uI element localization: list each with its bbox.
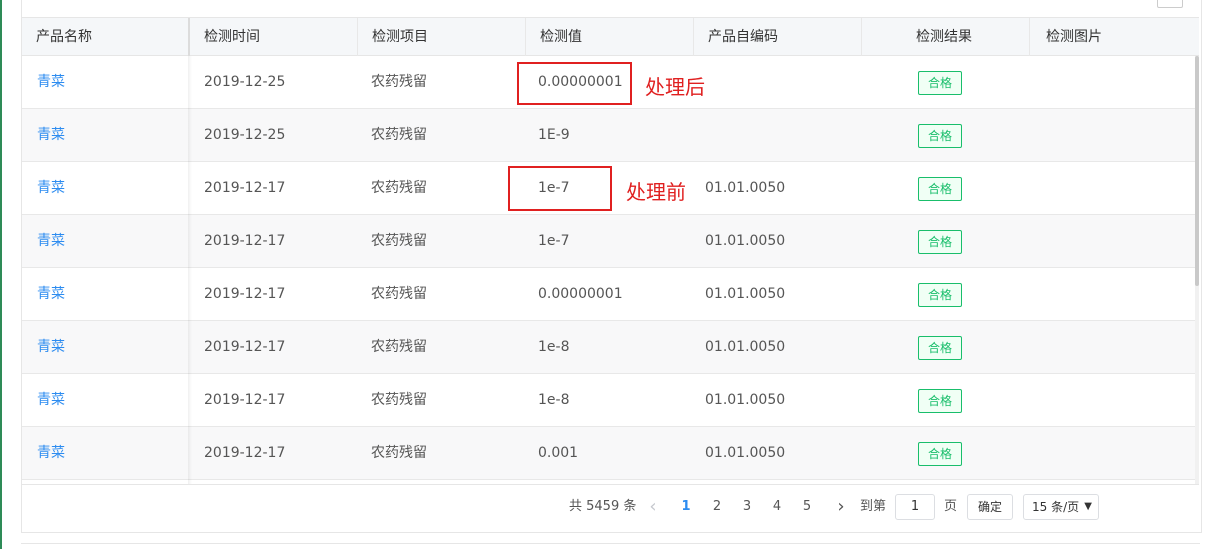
header-product-name[interactable]: 产品名称 xyxy=(22,18,190,56)
next-page-icon[interactable]: › xyxy=(834,494,848,520)
test-item-cell: 农药残留 xyxy=(371,339,427,355)
test-time-cell: 2019-12-25 xyxy=(204,127,286,143)
header-product-code[interactable]: 产品自编码 xyxy=(694,18,862,56)
test-time-cell: 2019-12-25 xyxy=(204,74,286,90)
product-name-link[interactable]: 青菜 xyxy=(37,374,65,426)
page-size-value: 15 条/页 xyxy=(1032,500,1080,514)
header-test-value[interactable]: 检测值 xyxy=(526,18,694,56)
pagination-total: 共 5459 条 xyxy=(569,499,637,514)
result-badge: 合格 xyxy=(918,230,962,254)
scrollbar-thumb[interactable] xyxy=(1195,56,1199,286)
table-row[interactable]: 青菜 2019-12-17 农药残留 1e-7 01.01.0050 合格 xyxy=(22,215,1195,268)
test-value-cell: 0.001 xyxy=(538,445,579,461)
product-code-cell: 01.01.0050 xyxy=(705,180,786,196)
table-row[interactable]: 青菜 2019-12-17 农药残留 1e-8 01.01.0050 合格 xyxy=(22,374,1195,427)
test-time-cell: 2019-12-17 xyxy=(204,233,286,249)
product-code-cell: 01.01.0050 xyxy=(705,445,786,461)
annotation-box-after xyxy=(517,62,632,105)
header-test-time[interactable]: 检测时间 xyxy=(190,18,358,56)
frozen-column-shadow xyxy=(188,56,192,484)
page-unit-label: 页 xyxy=(944,499,958,514)
product-name-link[interactable]: 青菜 xyxy=(37,215,65,267)
result-badge: 合格 xyxy=(918,283,962,307)
page-5[interactable]: 5 xyxy=(800,494,814,520)
product-name-link[interactable]: 青菜 xyxy=(37,321,65,373)
test-time-cell: 2019-12-17 xyxy=(204,392,286,408)
table-row[interactable]: 青菜 2019-12-17 农药残留 0.001 01.01.0050 合格 xyxy=(22,427,1195,480)
result-badge: 合格 xyxy=(918,124,962,148)
test-item-cell: 农药残留 xyxy=(371,392,427,408)
test-value-cell: 1E-9 xyxy=(538,127,570,143)
annotation-label-before: 处理前 xyxy=(626,180,686,204)
result-badge: 合格 xyxy=(918,177,962,201)
test-value-cell: 1e-7 xyxy=(538,233,570,249)
annotation-label-after: 处理后 xyxy=(645,75,705,99)
test-time-cell: 2019-12-17 xyxy=(204,286,286,302)
result-badge: 合格 xyxy=(918,336,962,360)
table-row[interactable]: 青菜 2019-12-25 农药残留 1E-9 合格 xyxy=(22,109,1195,162)
page-2[interactable]: 2 xyxy=(710,494,724,520)
jump-confirm-button[interactable]: 确定 xyxy=(967,494,1013,520)
test-item-cell: 农药残留 xyxy=(371,74,427,90)
test-time-cell: 2019-12-17 xyxy=(204,445,286,461)
product-name-link[interactable]: 青菜 xyxy=(37,109,65,161)
caret-down-icon: ▼ xyxy=(1084,501,1092,512)
test-time-cell: 2019-12-17 xyxy=(204,180,286,196)
test-value-cell: 1e-8 xyxy=(538,339,570,355)
product-code-cell: 01.01.0050 xyxy=(705,339,786,355)
page-1[interactable]: 1 xyxy=(679,494,693,520)
result-badge: 合格 xyxy=(918,442,962,466)
test-item-cell: 农药残留 xyxy=(371,180,427,196)
test-item-cell: 农药残留 xyxy=(371,445,427,461)
vertical-scrollbar[interactable] xyxy=(1195,56,1199,484)
product-code-cell: 01.01.0050 xyxy=(705,286,786,302)
header-test-image[interactable]: 检测图片 xyxy=(1030,18,1195,56)
test-value-cell: 1e-8 xyxy=(538,392,570,408)
table-header: 产品名称 检测时间 检测项目 检测值 产品自编码 检测结果 检测图片 xyxy=(22,17,1199,56)
table-row[interactable]: 青菜 2019-12-17 农药残留 1e-8 01.01.0050 合格 xyxy=(22,321,1195,374)
test-value-cell: 0.00000001 xyxy=(538,286,623,302)
product-code-cell: 01.01.0050 xyxy=(705,233,786,249)
result-badge: 合格 xyxy=(918,71,962,95)
page-size-select[interactable]: 15 条/页 ▼ xyxy=(1023,494,1099,520)
table-row[interactable]: 青菜 2019-12-17 农药残留 0.00000001 01.01.0050 合格 xyxy=(22,268,1195,321)
table-footer-divider xyxy=(22,484,1199,485)
test-time-cell: 2019-12-17 xyxy=(204,339,286,355)
product-name-link[interactable]: 青菜 xyxy=(37,268,65,320)
header-test-item[interactable]: 检测项目 xyxy=(358,18,526,56)
jump-page-input[interactable]: 1 xyxy=(895,494,935,520)
prev-page-icon[interactable]: ‹ xyxy=(646,494,660,520)
bottom-border xyxy=(21,543,1200,544)
toolbar-button[interactable] xyxy=(1157,0,1183,8)
product-name-link[interactable]: 青菜 xyxy=(37,427,65,479)
product-name-link[interactable]: 青菜 xyxy=(37,162,65,214)
test-item-cell: 农药残留 xyxy=(371,286,427,302)
header-test-result[interactable]: 检测结果 xyxy=(862,18,1030,56)
page-4[interactable]: 4 xyxy=(770,494,784,520)
test-item-cell: 农药残留 xyxy=(371,233,427,249)
result-badge: 合格 xyxy=(918,389,962,413)
annotation-box-before xyxy=(508,166,612,211)
product-name-link[interactable]: 青菜 xyxy=(37,56,65,108)
product-code-cell: 01.01.0050 xyxy=(705,392,786,408)
jump-label: 到第 xyxy=(860,499,887,514)
test-item-cell: 农药残留 xyxy=(371,127,427,143)
page-3[interactable]: 3 xyxy=(740,494,754,520)
left-accent-bar xyxy=(0,0,2,549)
